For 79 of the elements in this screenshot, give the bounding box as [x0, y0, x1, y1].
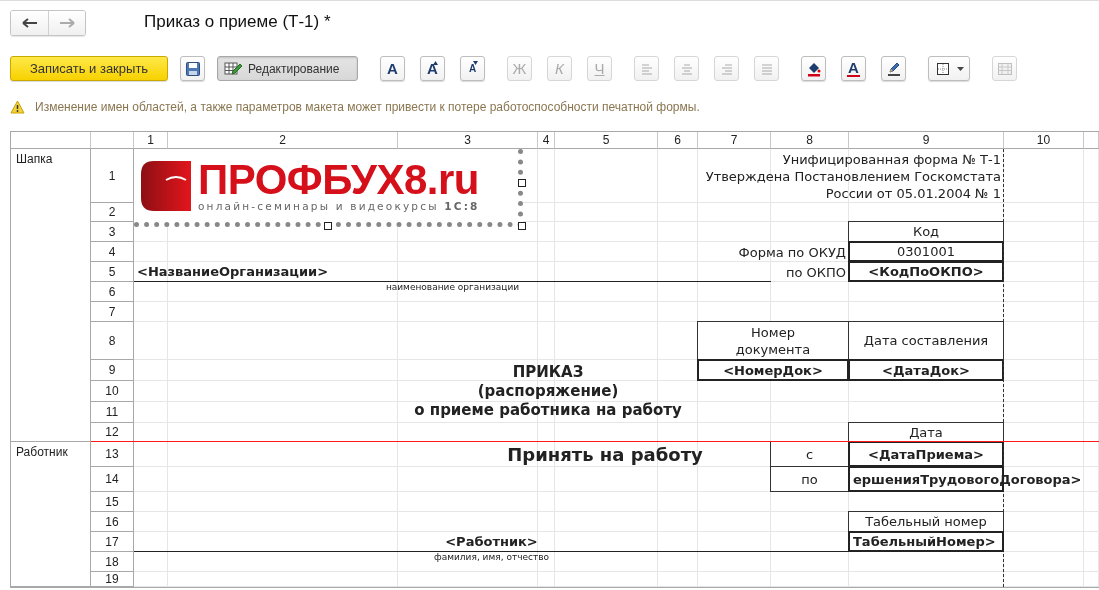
form-label: Код [848, 221, 1004, 242]
row-header[interactable]: 10 [91, 381, 134, 402]
caption-text: фамилия, имя, отчество [433, 552, 550, 564]
font-button[interactable]: A [380, 56, 405, 81]
fill-color-button[interactable] [801, 56, 826, 81]
save-and-close-button[interactable]: Записать и закрыть [10, 56, 168, 81]
form-label: Номер документа [697, 321, 849, 360]
table-pencil-icon [224, 60, 242, 77]
borders-icon [934, 60, 951, 77]
row-header[interactable]: 7 [91, 302, 134, 322]
table-icon [996, 60, 1013, 77]
column-header[interactable]: 4 [538, 132, 555, 149]
column-header[interactable]: 8 [771, 132, 849, 149]
area-name[interactable]: Шапка [11, 149, 91, 442]
section-heading: Принять на работу [506, 443, 704, 467]
template-field: <ДатаПриема> [848, 441, 1004, 467]
row-header[interactable]: 11 [91, 402, 134, 423]
warning-icon [10, 100, 25, 114]
decrease-font-button[interactable]: A [460, 56, 485, 81]
edit-mode-button[interactable]: Редактирование [217, 56, 358, 81]
row-header[interactable]: 5 [91, 262, 134, 282]
resize-handle[interactable] [518, 179, 526, 187]
code-field: 0301001 [848, 241, 1004, 262]
pen-button[interactable] [881, 56, 906, 81]
logo-mark-icon [140, 159, 192, 212]
row-header[interactable]: 4 [91, 242, 134, 262]
row-header[interactable]: 16 [91, 512, 134, 532]
window-title: Приказ о приеме (Т-1) * [144, 11, 331, 32]
caption-text: наименование организации [384, 282, 521, 294]
paint-bucket-icon [805, 60, 822, 77]
column-header[interactable]: 9 [849, 132, 1004, 149]
form-label: по [770, 466, 849, 492]
logo-tagline: онлайн-семинары и видеокурсы 1С:8 [198, 199, 480, 212]
text-color-button[interactable]: A [841, 56, 866, 81]
column-header[interactable]: 10 [1004, 132, 1084, 149]
form-label: Дата составления [848, 321, 1004, 360]
corner-cell [91, 132, 134, 149]
template-field: <Работник> [134, 532, 849, 552]
template-field: <НомерДок> [697, 359, 849, 381]
row-header[interactable]: 9 [91, 360, 134, 381]
form-label: по ОКПО [784, 263, 847, 282]
save-button[interactable] [180, 56, 205, 81]
row-header[interactable]: 19 [91, 572, 134, 587]
column-header[interactable]: 6 [658, 132, 698, 149]
form-label: Форма по ОКУД [737, 243, 847, 262]
template-field: <КодПоОКПО> [848, 261, 1004, 282]
arrow-right-icon [59, 17, 75, 28]
template-field: ТабельныйНомер> [853, 534, 996, 549]
caret-icon [956, 66, 964, 71]
row-header[interactable]: 3 [91, 222, 134, 242]
area-name[interactable]: Работник [11, 442, 91, 587]
triangle-down-icon [473, 61, 478, 65]
row-header[interactable]: 14 [91, 467, 134, 492]
arrow-left-icon [21, 17, 38, 28]
document-title: ПРИКАЗ (распоряжение) о приеме работника на работу [413, 362, 683, 421]
template-field: <ДатаДок> [848, 359, 1004, 381]
row-header[interactable]: 15 [91, 492, 134, 512]
warning-message: Изменение имен областей, а также параметров макета может привести к потере работоспособности печатной формы. [35, 100, 700, 114]
column-header[interactable]: 7 [698, 132, 771, 149]
logo[interactable]: ПРОФБУХ8.ru онлайн-семинары и видеокурсы 1С:8 [134, 149, 523, 227]
row-header[interactable]: 17 [91, 532, 134, 552]
row-header[interactable]: 6 [91, 282, 134, 302]
form-label: Унифицированная форма № Т-1 Утверждена Постановлением Госкомстата России от 05.01.2004 № 1 [704, 150, 1002, 203]
increase-font-button[interactable]: A [420, 56, 445, 81]
resize-handle[interactable] [518, 222, 526, 230]
pencil-icon [885, 60, 902, 77]
resize-handle[interactable] [324, 222, 332, 230]
row-header[interactable]: 8 [91, 322, 134, 360]
column-header[interactable]: 5 [555, 132, 658, 149]
back-button[interactable] [11, 10, 48, 35]
row-header[interactable]: 13 [91, 442, 134, 467]
form-label: Табельный номер [848, 511, 1004, 532]
row-header[interactable]: 12 [91, 423, 134, 442]
template-field: <НазваниеОрганизации> [134, 262, 771, 282]
row-header[interactable]: 18 [91, 552, 134, 572]
form-label: Дата [848, 422, 1004, 442]
triangle-up-icon [433, 61, 438, 65]
borders-button[interactable] [928, 56, 970, 81]
logo-title: ПРОФБУХ8.ru [198, 159, 480, 200]
